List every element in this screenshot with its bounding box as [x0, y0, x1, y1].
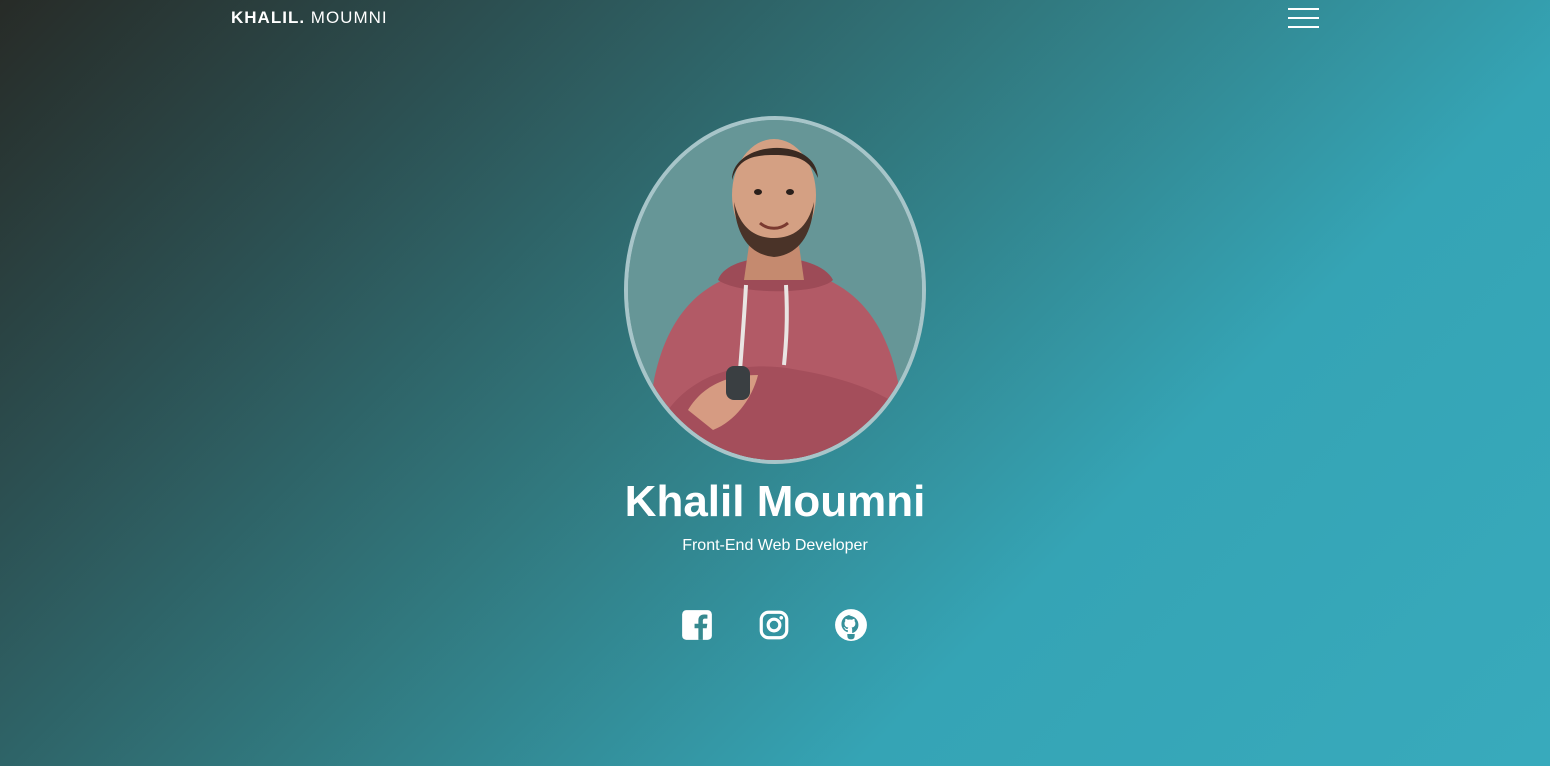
- facebook-icon[interactable]: [680, 608, 714, 642]
- menu-bar-bottom: [1288, 26, 1319, 28]
- logo-last-name: MOUMNI: [310, 8, 388, 27]
- logo-first-name: KHALIL.: [231, 8, 306, 27]
- profile-avatar: [624, 116, 926, 464]
- menu-bar-top: [1288, 8, 1319, 10]
- navbar: KHALIL. MOUMNI: [0, 0, 1550, 36]
- profile-role: Front-End Web Developer: [682, 537, 868, 554]
- social-links: [0, 608, 1550, 644]
- site-logo[interactable]: KHALIL. MOUMNI: [231, 8, 388, 28]
- menu-bar-middle: [1288, 17, 1319, 19]
- hamburger-menu-icon[interactable]: [1288, 7, 1320, 29]
- github-icon[interactable]: [834, 608, 868, 642]
- instagram-icon[interactable]: [757, 608, 791, 642]
- profile-name: Khalil Moumni: [624, 477, 926, 526]
- profile-photo: [628, 120, 922, 460]
